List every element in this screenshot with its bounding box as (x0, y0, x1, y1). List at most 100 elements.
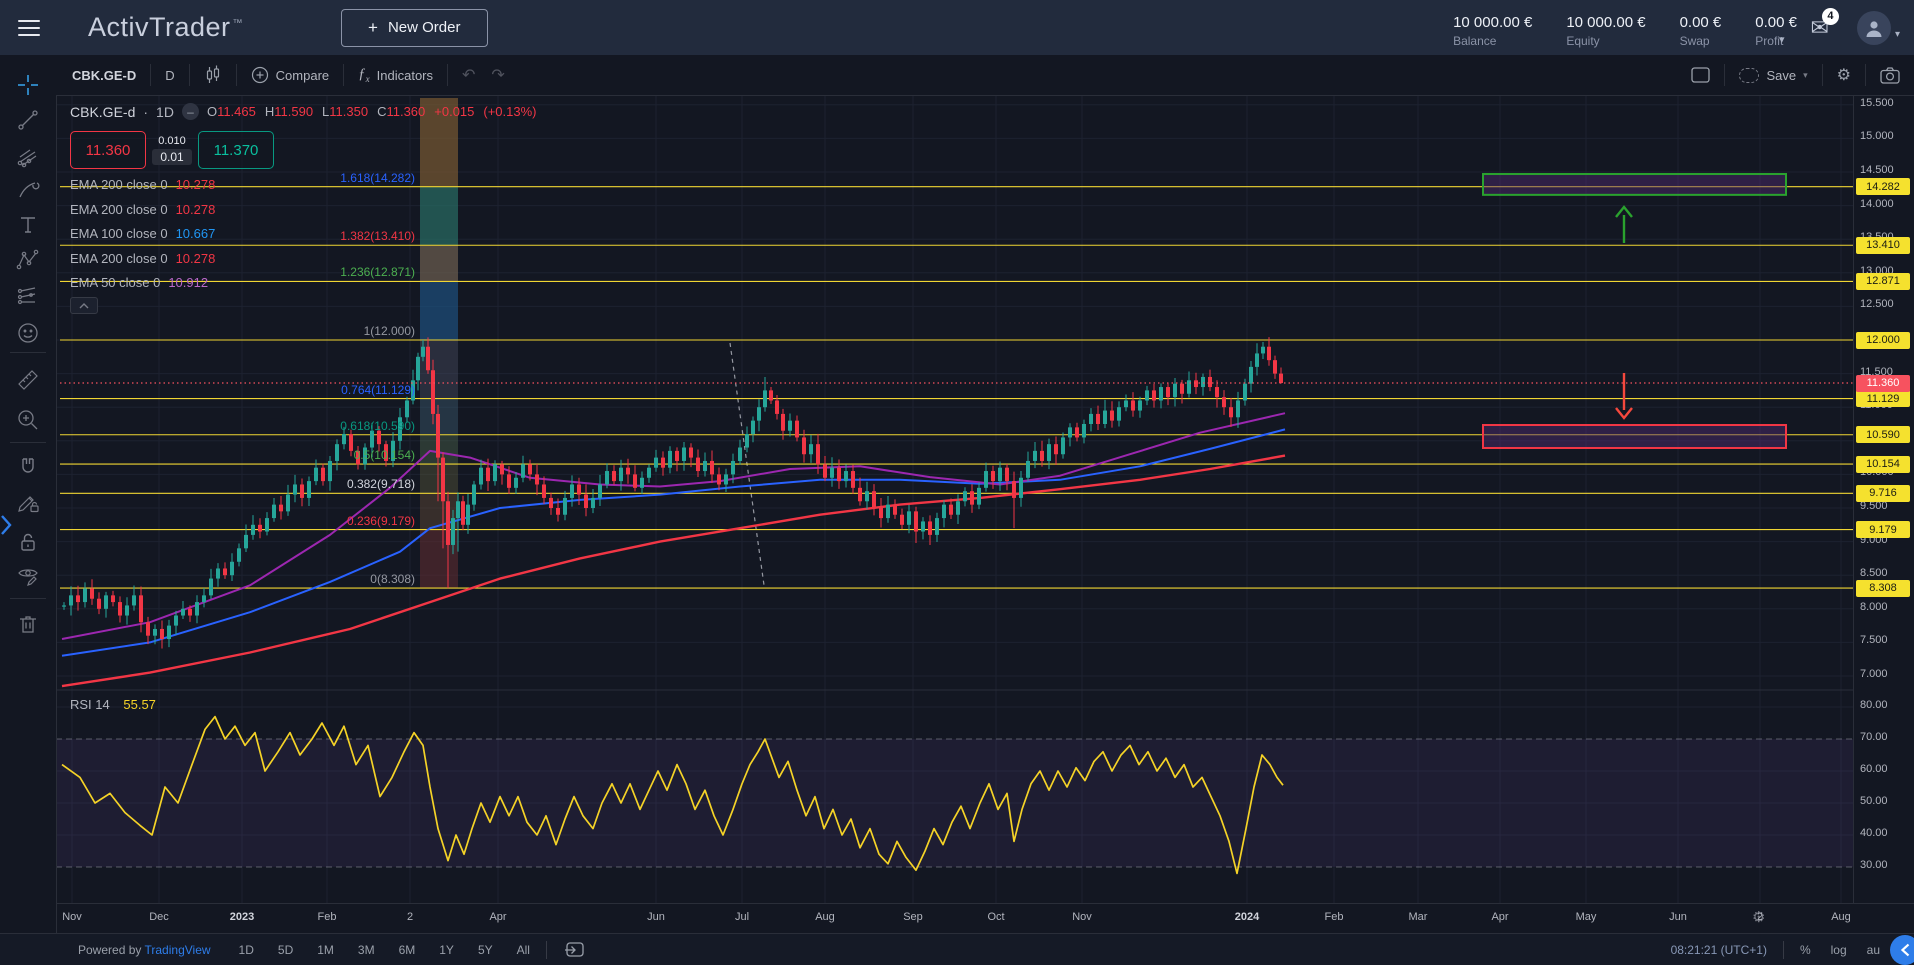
toolbar-divider (10, 598, 46, 599)
time-tick-label: 2 (407, 911, 413, 923)
timeframe-3m[interactable]: 3M (358, 943, 375, 957)
timeframe-6m[interactable]: 6M (399, 943, 416, 957)
chevron-down-icon: ▾ (1803, 70, 1808, 81)
goto-date-icon (563, 941, 585, 959)
hide-drawings-icon[interactable] (15, 562, 41, 588)
log-scale-toggle[interactable]: log (1831, 943, 1847, 957)
account-value: 10 000.00 € (1566, 14, 1645, 31)
time-tick-label: Apr (1491, 911, 1508, 923)
fib-price-badge: 11.129 (1856, 390, 1910, 407)
new-order-button[interactable]: + New Order (341, 9, 487, 47)
indicator-legend-row[interactable]: EMA 200 close 010.278 (70, 202, 215, 217)
price-tick-label: 14.000 (1860, 198, 1894, 210)
app-logo: ActivTrader™ (88, 12, 243, 43)
buy-button[interactable]: 11.370 (198, 131, 274, 169)
panel-icon (1691, 67, 1710, 83)
compare-button[interactable]: Compare (237, 55, 343, 95)
time-tick-label: May (1576, 911, 1597, 923)
fib-price-badge: 12.000 (1856, 332, 1910, 349)
rsi-pane (56, 717, 1853, 874)
account-metrics: 10 000.00 €Balance10 000.00 €Equity0.00 … (1453, 8, 1797, 48)
sell-button[interactable]: 11.360 (70, 131, 146, 169)
indicator-legend-row[interactable]: EMA 100 close 010.667 (70, 226, 215, 241)
interval-button[interactable]: D (151, 55, 188, 95)
redo-icon: ↷ (491, 65, 504, 85)
layout-panel-button[interactable] (1677, 55, 1724, 95)
chevron-down-icon[interactable]: ▾ (1779, 33, 1785, 46)
fib-retracement-icon[interactable] (15, 144, 41, 170)
timeframe-buttons: 1D 5D 1M 3M 6M 1Y 5Y All (239, 943, 530, 957)
account-value: 0.00 € (1680, 14, 1722, 31)
ema-200-line (62, 456, 1285, 686)
draw-lock-icon[interactable] (15, 489, 41, 515)
account-label: Equity (1566, 34, 1645, 48)
menu-icon[interactable] (18, 20, 40, 36)
chevron-down-icon: ▾ (1895, 29, 1900, 40)
redo-button[interactable]: ↷ (477, 55, 518, 95)
fib-price-badge: 9.179 (1856, 521, 1910, 538)
price-chart[interactable] (56, 95, 1853, 903)
mail-icon[interactable]: ✉ 4 (1811, 15, 1829, 41)
rsi-tick-label: 80.00 (1860, 699, 1888, 711)
indicator-legend-row[interactable]: EMA 200 close 010.278 (70, 251, 215, 266)
emoji-icon[interactable] (15, 320, 41, 346)
timeframe-1m[interactable]: 1M (317, 943, 334, 957)
tradingview-link[interactable]: TradingView (145, 943, 211, 957)
brush-icon[interactable] (15, 177, 41, 203)
trendline-icon[interactable] (15, 107, 41, 133)
time-axis[interactable]: ⚙ NovDec2023Feb2AprJunJulAugSepOctNov202… (56, 903, 1914, 935)
indicators-button[interactable]: ƒx Indicators (344, 55, 447, 95)
time-tick-label: 2 (1757, 911, 1763, 923)
account-value: 10 000.00 € (1453, 14, 1532, 31)
projection-icon[interactable] (15, 282, 41, 308)
percent-scale-toggle[interactable]: % (1800, 943, 1811, 957)
fib-level-label: 0.236(9.179) (347, 514, 415, 528)
ema-50-line (62, 413, 1285, 639)
text-icon[interactable] (15, 212, 41, 238)
ruler-icon[interactable] (15, 367, 41, 393)
rsi-tick-label: 40.00 (1860, 827, 1888, 839)
rsi-value: 55.57 (123, 697, 156, 712)
ohlc-item: H11.590 (265, 104, 313, 119)
timeframe-5y[interactable]: 5Y (478, 943, 493, 957)
panel-expander-chevron-icon[interactable] (0, 512, 12, 538)
ohlc-item: L11.350 (322, 104, 368, 119)
legend-symbol[interactable]: CBK.GE-d (70, 104, 135, 120)
save-layout-button[interactable]: Save ▾ (1725, 55, 1821, 95)
price-axis[interactable]: 15.50015.00014.50014.00013.50013.00012.5… (1853, 95, 1914, 903)
indicator-legend-row[interactable]: EMA 50 close 010.912 (70, 275, 208, 290)
time-tick-label: Feb (1325, 911, 1344, 923)
xabcd-pattern-icon[interactable] (15, 247, 41, 273)
lock-icon[interactable] (15, 529, 41, 555)
timeframe-1y[interactable]: 1Y (439, 943, 454, 957)
fib-price-badge: 14.282 (1856, 178, 1910, 195)
price-tick-label: 14.500 (1860, 164, 1894, 176)
account-metric-swap: 0.00 €Swap (1680, 14, 1722, 48)
collapse-legend-icon[interactable]: – (182, 103, 199, 120)
chart-settings-button[interactable]: ⚙ (1823, 55, 1865, 95)
indicator-legend-row[interactable]: EMA 200 close 010.278 (70, 177, 215, 192)
time-tick-label: Sep (903, 911, 923, 923)
zoom-in-icon[interactable] (15, 407, 41, 433)
symbol-button[interactable]: CBK.GE-D (56, 55, 150, 95)
magnet-icon[interactable] (15, 455, 41, 481)
timeframe-1d[interactable]: 1D (239, 943, 254, 957)
legend-collapse-button[interactable] (70, 297, 98, 314)
activtrader-app: ActivTrader™ + New Order 10 000.00 €Bala… (0, 0, 1914, 965)
collapse-panel-chevron-icon[interactable] (1890, 935, 1914, 965)
snapshot-button[interactable] (1866, 55, 1914, 95)
chart-type-button[interactable] (190, 55, 236, 95)
trash-icon[interactable] (15, 612, 41, 638)
timeframe-5d[interactable]: 5D (278, 943, 293, 957)
auto-scale-toggle[interactable]: au (1867, 943, 1880, 957)
up-arrow (1616, 207, 1632, 243)
account-menu[interactable]: ▾ (1857, 11, 1900, 45)
undo-icon: ↶ (462, 65, 475, 85)
timeframe-all[interactable]: All (517, 943, 530, 957)
gear-icon: ⚙ (1837, 65, 1851, 85)
goto-date-button[interactable] (563, 941, 585, 959)
account-value: 0.00 € (1755, 14, 1797, 31)
fib-level-label: 0.618(10.590) (340, 419, 415, 433)
crosshair-icon[interactable] (15, 72, 41, 98)
fib-price-badge: 8.308 (1856, 580, 1910, 597)
